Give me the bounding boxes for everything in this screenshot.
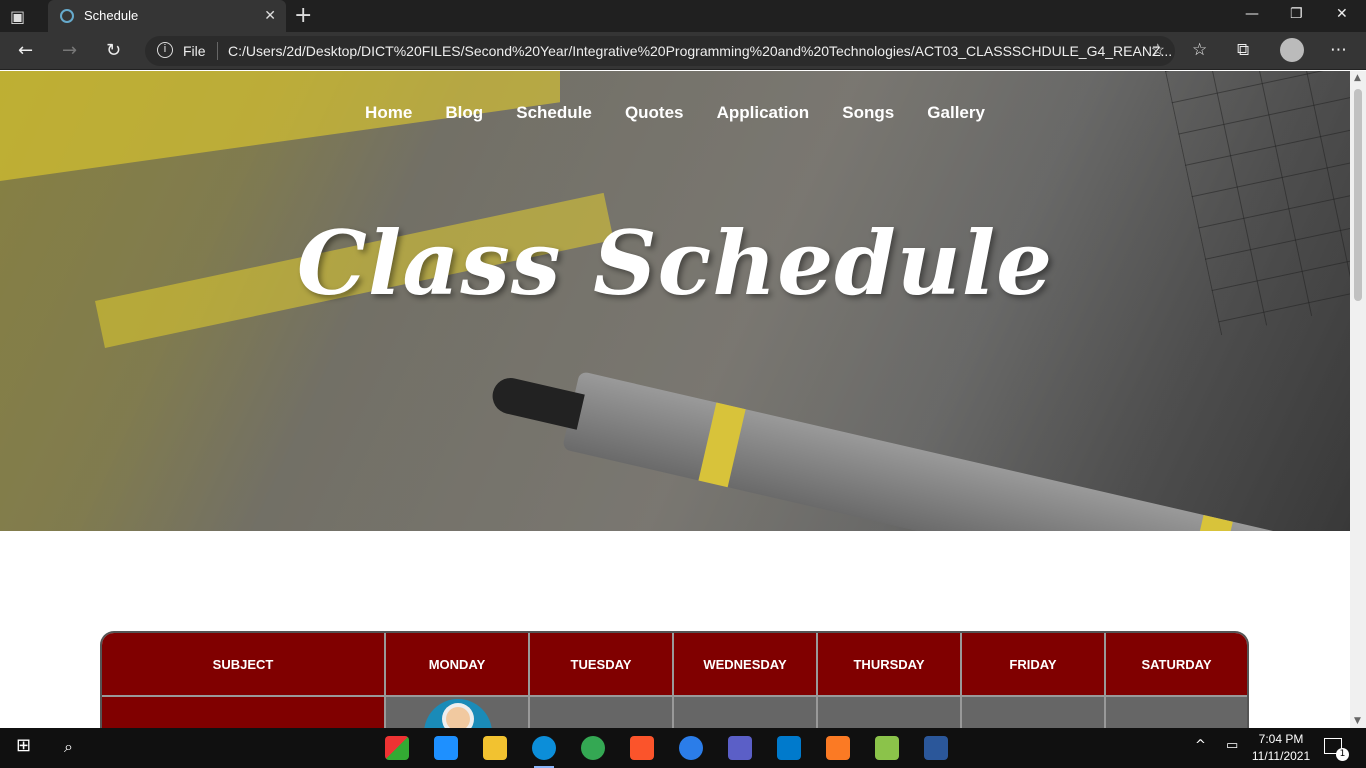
tab-title: Schedule [84,8,139,23]
new-tab-icon[interactable]: + [294,3,312,28]
table-header-row: SUBJECT MONDAY TUESDAY WEDNESDAY THURSDA… [102,633,1247,697]
tab-actions-icon[interactable]: ▣ [10,7,28,26]
favorites-icon[interactable]: ☆ [1192,40,1207,60]
info-icon[interactable]: i [157,42,173,58]
nav-home-link[interactable]: Home [365,103,412,123]
more-icon[interactable]: ⋯ [1330,40,1347,60]
web-page: Home Blog Schedule Quotes Application So… [0,71,1350,728]
table-cell [1105,696,1247,728]
teacher-avatar [424,699,492,728]
scroll-down-icon[interactable]: ▼ [1354,716,1361,726]
restore-icon[interactable]: ❐ [1290,6,1303,22]
scrollbar-thumb[interactable] [1354,89,1362,301]
table-cell-subject [102,696,386,728]
table-cell [817,696,962,728]
hero-decoration [0,71,560,181]
windows-start-icon[interactable]: ⊞ [16,735,31,756]
header-tuesday: TUESDAY [529,633,674,697]
globe-icon [60,9,74,23]
address-bar-row: ← → ↻ i File C:/Users/2d/Desktop/DICT%20… [0,32,1366,70]
table-cell [529,696,674,728]
header-subject: SUBJECT [102,633,386,697]
table-cell [673,696,818,728]
scroll-up-icon[interactable]: ▲ [1354,73,1361,83]
hero-marker-image [489,371,1350,531]
nav-schedule-link[interactable]: Schedule [516,103,592,123]
nav-gallery-link[interactable]: Gallery [927,103,985,123]
back-icon[interactable]: ← [18,40,33,61]
table-row [102,696,1247,728]
collections-icon[interactable]: ⧉ [1237,40,1249,60]
brave-icon[interactable] [630,736,654,760]
add-favorite-icon[interactable]: ☆ [1151,40,1165,60]
search-icon[interactable]: ⌕ [64,737,73,757]
header-thursday: THURSDAY [817,633,962,697]
word-icon[interactable] [924,736,948,760]
notification-icon[interactable]: 1 [1324,738,1349,761]
refresh-icon[interactable]: ↻ [106,40,121,61]
table-cell [961,696,1106,728]
address-url[interactable]: C:/Users/2d/Desktop/DICT%20FILES/Second%… [228,43,1172,59]
forward-icon[interactable]: → [62,40,77,61]
system-clock[interactable]: 7:04 PM 11/11/2021 [1248,731,1314,765]
schedule-table: SUBJECT MONDAY TUESDAY WEDNESDAY THURSDA… [100,631,1249,728]
browser-tab-bar: ▣ Schedule ✕ + — ❐ ✕ [0,0,1366,32]
winrar-icon[interactable] [385,736,409,760]
main-nav: Home Blog Schedule Quotes Application So… [0,103,1350,123]
sync-app-icon[interactable] [434,736,458,760]
file-explorer-icon[interactable] [483,736,507,760]
virtualbox-icon[interactable] [875,736,899,760]
page-scrollbar[interactable]: ▲ ▼ [1350,71,1366,728]
edge-browser-icon[interactable] [532,736,556,768]
nav-quotes-link[interactable]: Quotes [625,103,684,123]
battery-icon[interactable]: ▭ [1226,738,1238,753]
firefox-icon[interactable] [679,736,703,760]
clock-time: 7:04 PM [1258,732,1304,746]
page-title: Class Schedule [296,211,1054,315]
table-cell [385,696,530,728]
nav-blog-link[interactable]: Blog [445,103,483,123]
minimize-icon[interactable]: — [1245,6,1259,22]
address-separator [217,42,218,60]
header-saturday: SATURDAY [1105,633,1247,697]
clock-date: 11/11/2021 [1251,749,1311,763]
vscode-icon[interactable] [777,736,801,760]
windows-taskbar: ⊞ ⌕ ^ ▭ 7:04 PM 11/11/2021 1 [0,728,1366,768]
nav-application-link[interactable]: Application [717,103,810,123]
header-wednesday: WEDNESDAY [673,633,818,697]
chrome-icon[interactable] [581,736,605,760]
address-protocol-label: File [183,43,206,59]
header-friday: FRIDAY [961,633,1106,697]
hero-banner: Home Blog Schedule Quotes Application So… [0,71,1350,531]
notification-count: 1 [1336,748,1349,761]
close-window-icon[interactable]: ✕ [1336,6,1348,22]
nav-songs-link[interactable]: Songs [842,103,894,123]
show-hidden-icons-icon[interactable]: ^ [1195,738,1206,753]
browser-tab-schedule[interactable]: Schedule ✕ [48,0,286,32]
address-input[interactable]: i File C:/Users/2d/Desktop/DICT%20FILES/… [145,36,1175,66]
xampp-icon[interactable] [826,736,850,760]
profile-avatar[interactable] [1280,38,1304,62]
close-tab-icon[interactable]: ✕ [264,7,276,24]
teams-icon[interactable] [728,736,752,760]
header-monday: MONDAY [385,633,530,697]
